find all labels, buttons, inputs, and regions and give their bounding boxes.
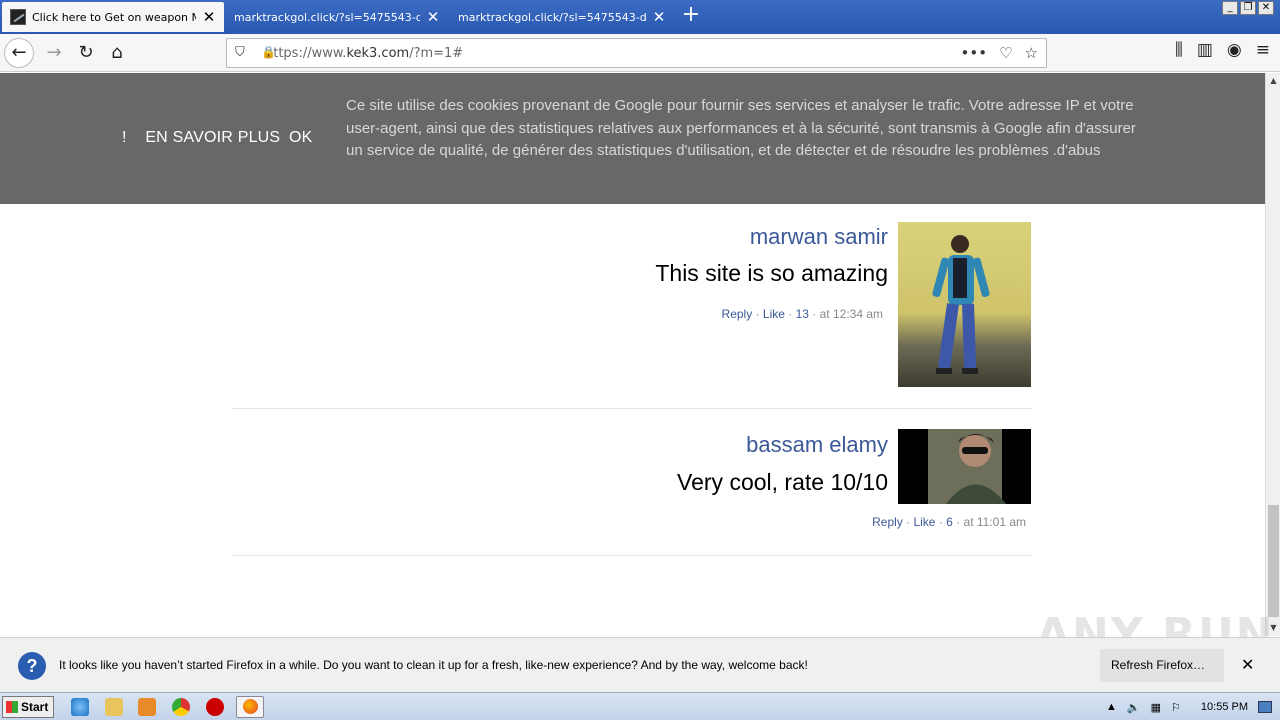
comment-author[interactable]: bassam elamy bbox=[746, 432, 888, 458]
library-icon[interactable]: ⫼ bbox=[1175, 40, 1183, 60]
like-count: 13 bbox=[795, 307, 809, 321]
scrollbar-thumb[interactable] bbox=[1268, 505, 1279, 617]
cookie-bang: ! bbox=[122, 129, 127, 146]
tab-2[interactable]: marktrackgol.click/?sl=5475543-d3b51 ✕ bbox=[226, 2, 448, 32]
clock[interactable]: 10:55 PM bbox=[1201, 701, 1248, 713]
tab-title: marktrackgol.click/?sl=5475543-d3b51 bbox=[458, 10, 646, 24]
forward-button[interactable]: → bbox=[40, 39, 68, 67]
back-button[interactable]: ← bbox=[4, 38, 34, 68]
account-icon[interactable]: ◉ bbox=[1227, 40, 1242, 60]
avatar[interactable] bbox=[898, 429, 1031, 504]
home-button[interactable]: ⌂ bbox=[103, 39, 131, 67]
comment-time: at 12:34 am bbox=[819, 307, 883, 321]
tab-active[interactable]: Click here to Get on weapon M416 ✕ bbox=[2, 2, 224, 32]
notification-text: It looks like you haven’t started Firefo… bbox=[59, 658, 808, 672]
reply-link[interactable]: Reply bbox=[722, 307, 753, 321]
scroll-up-icon[interactable]: ▲ bbox=[1267, 74, 1280, 88]
url-bar[interactable]: ⛉ 🔒 https://www.kek3.com/?m=1# ••• ♡ ☆ bbox=[226, 38, 1047, 68]
cookie-message: Ce site utilise des cookies provenant de… bbox=[346, 97, 1136, 159]
comment-text: Very cool, rate 10/10 bbox=[677, 469, 888, 495]
tab-close-icon[interactable]: ✕ bbox=[202, 8, 216, 26]
person-photo-icon bbox=[932, 235, 990, 374]
page-scrollbar[interactable]: ▲ ▼ bbox=[1265, 73, 1280, 636]
new-tab-button[interactable]: + bbox=[680, 4, 702, 28]
navigation-bar: ← → ↻ ⌂ ⛉ 🔒 https://www.kek3.com/?m=1# •… bbox=[0, 34, 1280, 72]
tab-bar: Click here to Get on weapon M416 ✕ markt… bbox=[0, 0, 1280, 34]
start-button[interactable]: Start bbox=[2, 696, 54, 718]
media-player-icon[interactable] bbox=[138, 698, 156, 716]
tab-title: marktrackgol.click/?sl=5475543-d3b51 bbox=[234, 10, 420, 24]
menu-icon[interactable]: ≡ bbox=[1256, 40, 1270, 60]
url-text[interactable]: https://www.kek3.com/?m=1# bbox=[265, 46, 463, 61]
ie-icon[interactable] bbox=[71, 698, 89, 716]
opera-icon[interactable] bbox=[206, 698, 224, 716]
system-tray: ▲ 🔈 ▦ ⚐ 10:55 PM bbox=[1106, 693, 1280, 720]
firefox-icon bbox=[243, 699, 258, 714]
learn-more-link[interactable]: EN SAVOIR PLUS bbox=[145, 129, 280, 146]
cookie-ok-button[interactable]: OK bbox=[289, 129, 313, 146]
minimize-icon[interactable]: _ bbox=[1222, 1, 1238, 15]
firefox-taskbar-button[interactable] bbox=[236, 696, 264, 718]
restore-icon[interactable]: ❐ bbox=[1240, 1, 1256, 15]
volume-icon[interactable]: 🔈 bbox=[1127, 701, 1141, 714]
like-link[interactable]: Like bbox=[763, 307, 785, 321]
comment-author[interactable]: marwan samir bbox=[750, 224, 888, 250]
taskbar: Start ▲ 🔈 ▦ ⚐ 10:55 PM bbox=[0, 692, 1280, 720]
comment-item: marwan samir This site is so amazing Rep… bbox=[232, 204, 1032, 409]
sidebar-icon[interactable]: ▥ bbox=[1197, 40, 1213, 60]
lock-icon[interactable]: 🔒 bbox=[261, 45, 276, 59]
question-icon: ? bbox=[18, 652, 46, 680]
comment-meta: Reply · Like · 6 · at 11:01 am bbox=[872, 515, 1026, 529]
comment-item: bassam elamy Very cool, rate 10/10 Reply… bbox=[232, 409, 1032, 556]
explorer-icon[interactable] bbox=[105, 698, 123, 716]
flag-icon[interactable]: ⚐ bbox=[1171, 701, 1181, 714]
comment-text: This site is so amazing bbox=[655, 260, 888, 286]
refresh-firefox-button[interactable]: Refresh Firefox… bbox=[1100, 649, 1224, 682]
notification-bar: ? It looks like you haven’t started Fire… bbox=[0, 637, 1280, 692]
comment-meta: Reply · Like · 13 · at 12:34 am bbox=[721, 307, 883, 321]
reply-link[interactable]: Reply bbox=[872, 515, 903, 529]
reload-button[interactable]: ↻ bbox=[72, 39, 100, 67]
window-close-icon[interactable]: ✕ bbox=[1258, 1, 1274, 15]
shield-icon[interactable]: ⛉ bbox=[235, 45, 245, 60]
tab-3[interactable]: marktrackgol.click/?sl=5475543-d3b51 ✕ bbox=[450, 2, 674, 32]
network-icon[interactable]: ▦ bbox=[1151, 701, 1161, 714]
like-link[interactable]: Like bbox=[913, 515, 935, 529]
comment-time: at 11:01 am bbox=[963, 515, 1026, 529]
notification-close-icon[interactable]: ✕ bbox=[1241, 655, 1254, 674]
chrome-icon[interactable] bbox=[172, 698, 190, 716]
show-desktop-icon[interactable] bbox=[1258, 701, 1272, 713]
window-controls: _ ❐ ✕ bbox=[1222, 1, 1274, 15]
cookie-banner: ! EN SAVOIR PLUS OK Ce site utilise des … bbox=[0, 73, 1265, 204]
avatar[interactable] bbox=[898, 222, 1031, 387]
tab-title: Click here to Get on weapon M416 bbox=[32, 10, 196, 24]
pocket-icon[interactable]: ♡ bbox=[999, 44, 1012, 62]
tab-close-icon[interactable]: ✕ bbox=[652, 8, 666, 26]
page-actions-icon[interactable]: ••• bbox=[961, 44, 988, 62]
like-count: 6 bbox=[946, 515, 953, 529]
person-photo-icon bbox=[928, 429, 1006, 504]
tab-close-icon[interactable]: ✕ bbox=[426, 8, 440, 26]
site-favicon-icon bbox=[10, 9, 26, 25]
tray-expand-icon[interactable]: ▲ bbox=[1106, 701, 1117, 713]
bookmark-star-icon[interactable]: ☆ bbox=[1025, 44, 1038, 62]
